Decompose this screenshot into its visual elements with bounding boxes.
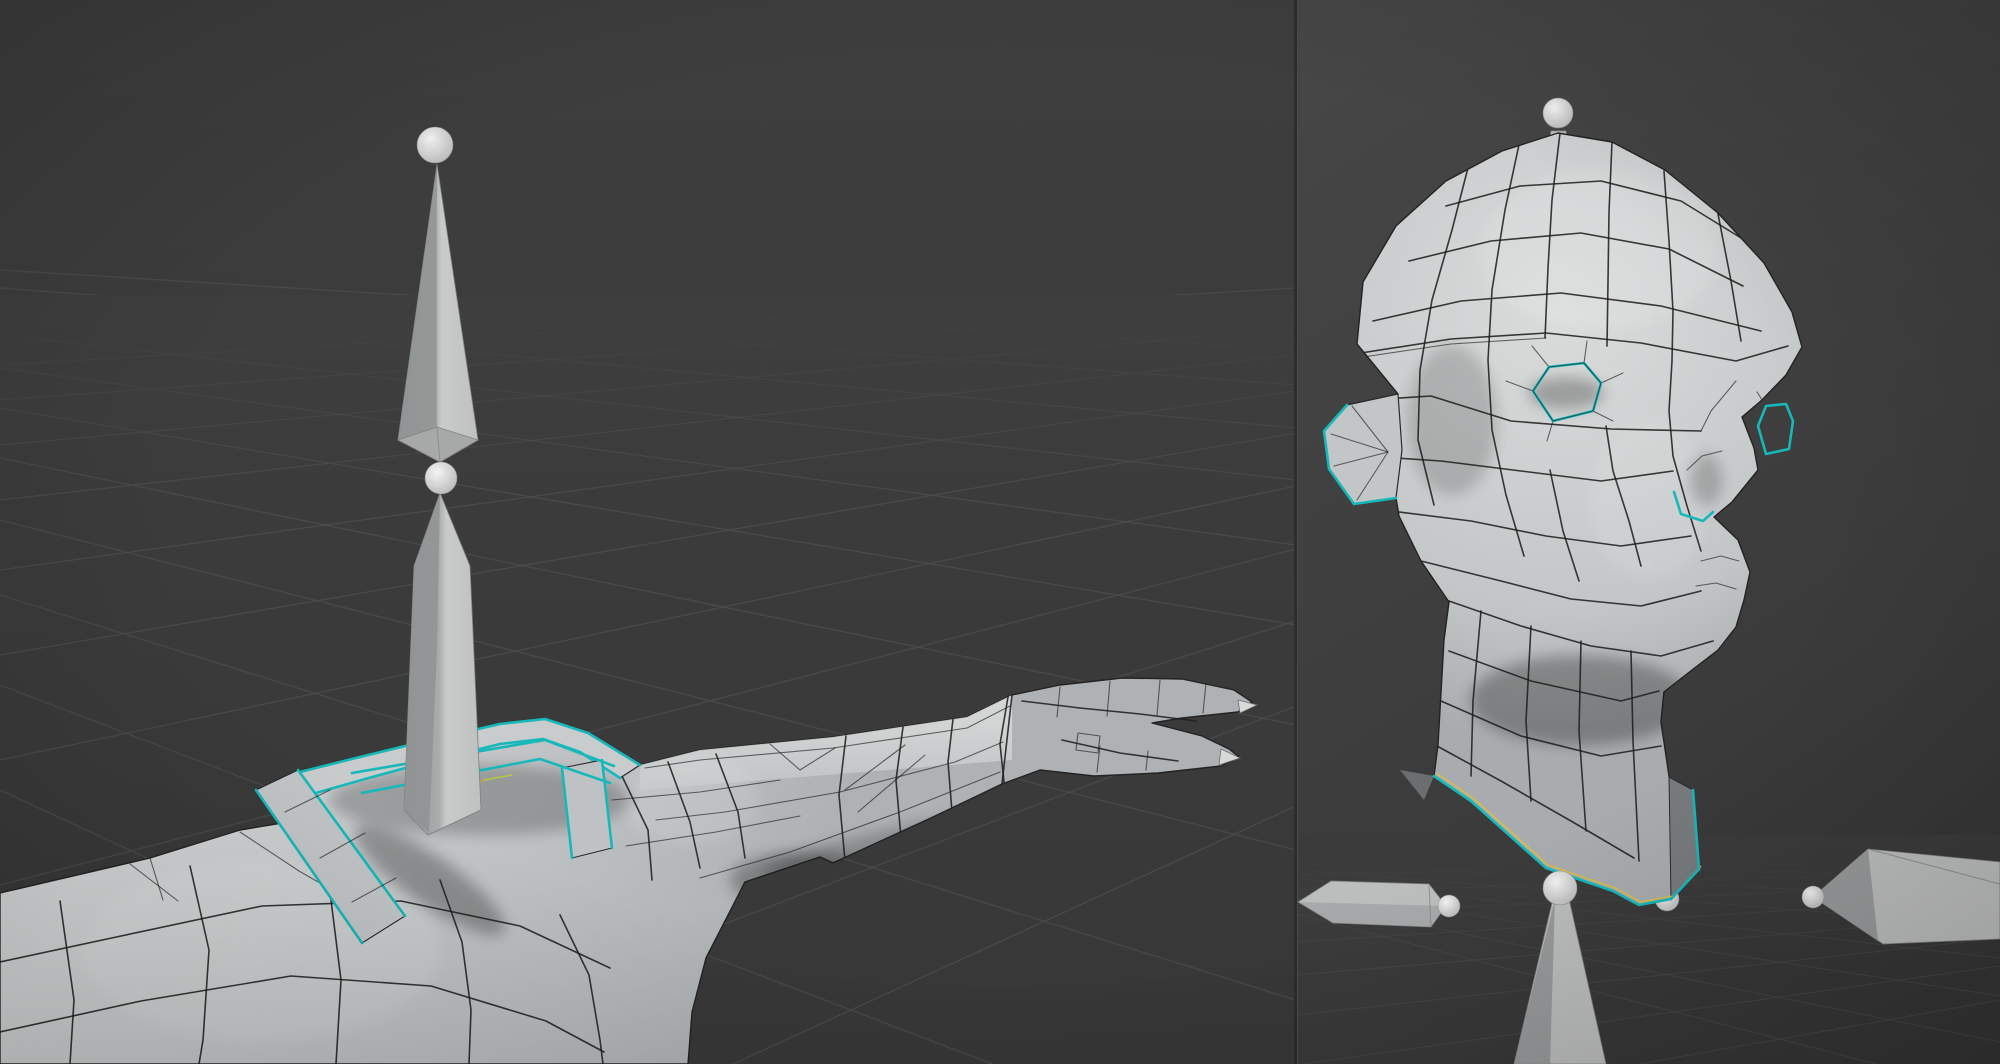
neck-joint [1543, 871, 1577, 905]
viewport-splitter[interactable] [1294, 0, 1297, 1064]
bone-joint-mid[interactable] [425, 462, 457, 494]
head-top-joint [1543, 98, 1573, 128]
viewport-left[interactable] [0, 0, 1296, 1064]
viewport-canvas [0, 0, 2000, 1064]
3d-viewport-split [0, 0, 2000, 1064]
clavicle-joint-left [1438, 895, 1460, 917]
bone-joint-top[interactable] [417, 127, 453, 163]
clavicle-joint-right [1802, 886, 1824, 908]
viewport-splitter-highlight [1297, 0, 1298, 1064]
viewport-right[interactable] [1296, 0, 2000, 1064]
grid-horizon-fade-left [0, 295, 1296, 495]
